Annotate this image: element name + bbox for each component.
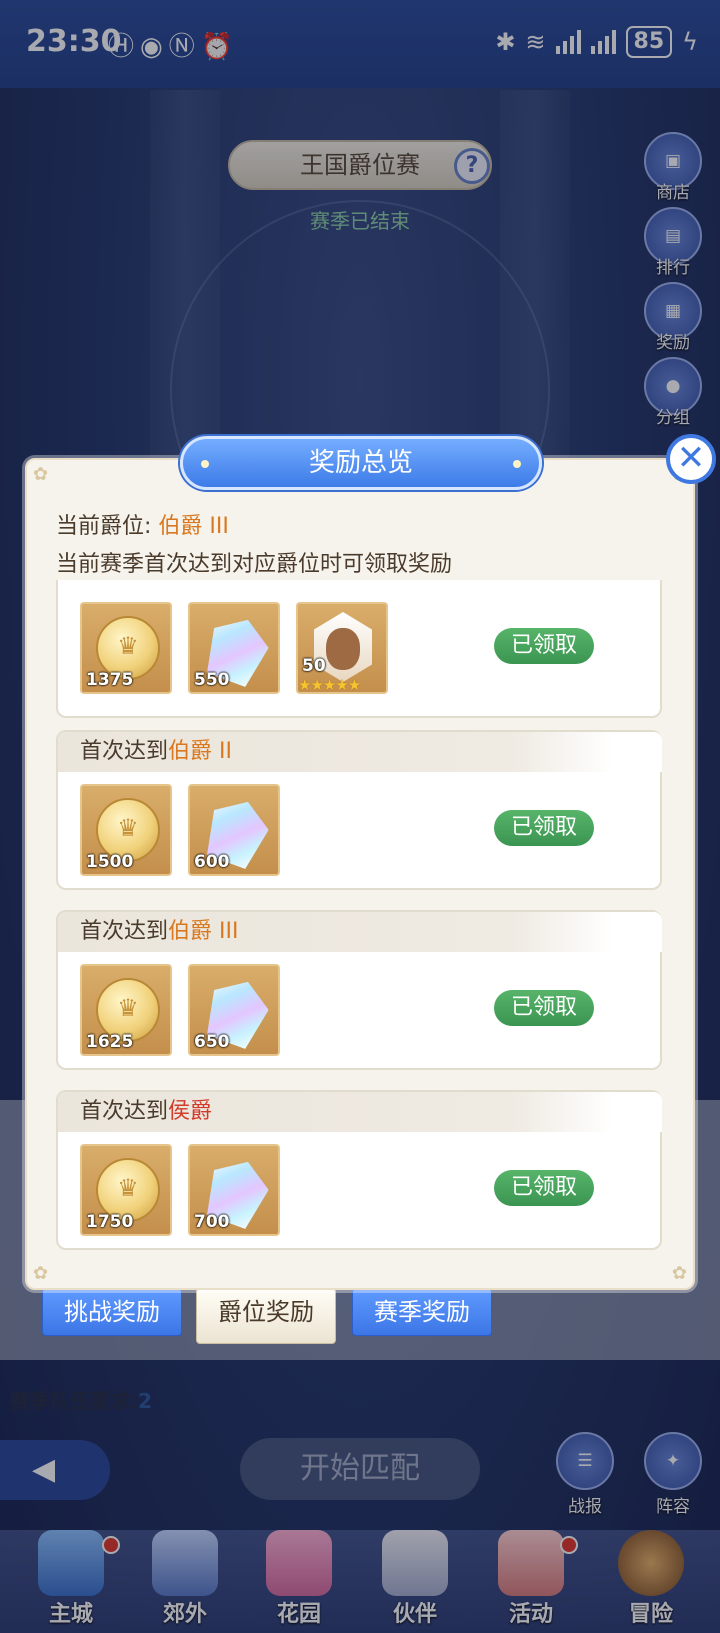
- reward-card: 首次达到伯爵 III ♛ 1625 650 已领取: [56, 910, 662, 1070]
- reward-item-portrait: 50 ★★★★★: [296, 602, 388, 694]
- claimed-badge: 已领取: [494, 810, 594, 846]
- current-rank-value: 伯爵 III: [158, 514, 229, 539]
- item-count: 700: [194, 1212, 230, 1232]
- card-rank: 侯爵: [168, 1099, 213, 1124]
- card-header: 首次达到侯爵: [58, 1092, 662, 1132]
- reward-hint: 当前赛季首次达到对应爵位时可领取奖励: [56, 552, 453, 577]
- reward-item-coin: ♛ 1500: [80, 784, 172, 876]
- card-rank: 伯爵 II: [168, 739, 232, 764]
- item-count: 600: [194, 852, 230, 872]
- item-count: 650: [194, 1032, 230, 1052]
- tab-season-reward[interactable]: 赛季奖励: [352, 1288, 492, 1336]
- star-rating: ★★★★★: [298, 676, 361, 694]
- reward-card: 首次达到伯爵 II ♛ 1500 600 已领取: [56, 730, 662, 890]
- reward-item-coin: ♛ 1375: [80, 602, 172, 694]
- item-count: 1625: [86, 1032, 134, 1052]
- reward-item-gem: 700: [188, 1144, 280, 1236]
- item-count: 1500: [86, 852, 134, 872]
- card-prefix: 首次达到: [80, 919, 169, 944]
- claimed-badge: 已领取: [494, 628, 594, 664]
- reward-item-coin: ♛ 1750: [80, 1144, 172, 1236]
- corner-ornament: ✿: [671, 1263, 687, 1284]
- modal-title: 奖励总览: [180, 436, 542, 490]
- reward-item-coin: ♛ 1625: [80, 964, 172, 1056]
- current-rank: 当前爵位: 伯爵 III: [56, 508, 229, 540]
- modal-title-text: 奖励总览: [308, 448, 413, 478]
- tab-challenge-reward[interactable]: 挑战奖励: [42, 1288, 182, 1336]
- reward-card: ♛ 1375 550 50 ★★★★★ 已领取: [56, 580, 662, 718]
- reward-card: 首次达到侯爵 ♛ 1750 700 已领取: [56, 1090, 662, 1250]
- claimed-badge: 已领取: [494, 1170, 594, 1206]
- title-ornament: [513, 460, 521, 468]
- card-rank: 伯爵 III: [168, 919, 239, 944]
- card-header: 首次达到伯爵 II: [58, 732, 662, 772]
- card-header: 首次达到伯爵 III: [58, 912, 662, 952]
- tab-rank-reward[interactable]: 爵位奖励: [196, 1288, 336, 1344]
- current-rank-label: 当前爵位:: [56, 514, 152, 539]
- item-count: 550: [194, 670, 230, 690]
- card-prefix: 首次达到: [80, 1099, 169, 1124]
- corner-ornament: ✿: [33, 1263, 49, 1284]
- card-prefix: 首次达到: [80, 739, 169, 764]
- item-count: 50: [302, 656, 326, 676]
- corner-ornament: ✿: [33, 464, 49, 485]
- reward-item-gem: 650: [188, 964, 280, 1056]
- reward-list[interactable]: ♛ 1375 550 50 ★★★★★ 已领取 首次达到伯爵 II ♛ 1500…: [56, 580, 664, 1256]
- item-count: 1375: [86, 670, 134, 690]
- title-ornament: [201, 460, 209, 468]
- reward-item-gem: 550: [188, 602, 280, 694]
- reward-item-gem: 600: [188, 784, 280, 876]
- close-icon: ✕: [676, 438, 706, 478]
- claimed-badge: 已领取: [494, 990, 594, 1026]
- item-count: 1750: [86, 1212, 134, 1232]
- close-button[interactable]: ✕: [666, 434, 716, 484]
